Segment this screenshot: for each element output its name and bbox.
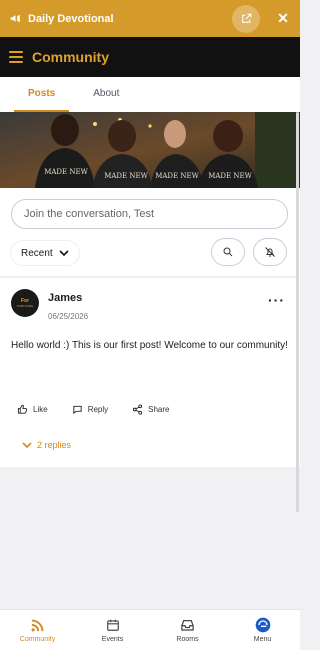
nav-community[interactable]: Community [0,610,75,650]
nav-events-label: Events [101,636,124,643]
replies-toggle[interactable]: 2 replies [22,440,71,450]
megaphone-icon [8,12,22,26]
join-conversation-input[interactable]: Join the conversation, Test [11,199,288,229]
replies-label: 2 replies [37,440,72,450]
svg-text:MADE NEW: MADE NEW [104,172,148,180]
notifications-toggle-button[interactable] [253,238,287,266]
share-icon [133,404,143,415]
sort-label: Recent [21,247,53,259]
share-button[interactable]: Share [132,404,170,415]
community-hero-image: MADE NEW MADE NEW MADE NEW MADE NEW [0,112,300,188]
nav-events[interactable]: Events [75,610,150,650]
open-external-button[interactable] [232,4,260,33]
nav-menu[interactable]: Menu [225,610,300,650]
tab-posts[interactable]: Posts [14,77,70,112]
post-actions: Like Reply Share [17,404,194,415]
chevron-down-icon [59,249,69,256]
page-title: Community [32,49,109,65]
svg-text:MADE NEW: MADE NEW [44,168,88,176]
svg-text:MADE NEW: MADE NEW [155,172,199,180]
like-label: Like [33,405,48,414]
search-icon [223,247,233,257]
bell-off-icon [265,247,275,257]
comment-icon [73,405,82,415]
share-label: Share [148,405,170,414]
hamburger-menu-icon[interactable] [9,51,23,63]
external-link-icon [241,13,251,23]
post-body: Hello world :) This is our first post! W… [11,340,288,351]
scrollbar[interactable] [296,112,299,512]
nav-community-label: Community [19,636,56,643]
app-logo-icon [255,617,271,633]
tab-bar: Posts About [0,77,300,112]
search-button[interactable] [211,238,245,266]
bottom-navigation: Community Events Rooms Menu [0,609,300,650]
calendar-icon [106,617,120,633]
nav-menu-label: Menu [253,636,272,643]
avatar-text-mid: FORTUVEN [16,304,34,308]
like-button[interactable]: Like [17,404,48,415]
reply-button[interactable]: Reply [72,404,108,415]
post-more-menu-icon[interactable]: ··· [268,292,285,308]
rss-icon [30,617,45,633]
nav-rooms[interactable]: Rooms [150,610,225,650]
svg-text:MADE NEW: MADE NEW [208,172,252,180]
reply-label: Reply [87,405,109,414]
composer-section: Join the conversation, Test Recent [0,188,300,276]
post-author[interactable]: James [48,292,82,304]
banner-title: Daily Devotional [28,12,114,25]
close-button[interactable]: ✕ [274,10,292,27]
top-banner: Daily Devotional ✕ [0,0,300,37]
post-card: For FORTUVEN James 06/25/2026 ··· Hello … [0,277,300,467]
tab-about[interactable]: About [79,77,133,112]
nav-rooms-label: Rooms [176,636,199,643]
thumbs-up-icon [17,404,28,414]
post-date: 06/25/2026 [48,312,89,321]
chevron-down-icon [22,441,32,448]
sort-dropdown[interactable]: Recent [11,241,79,265]
inbox-icon [180,617,195,633]
app-bar: Community [0,37,300,77]
avatar[interactable]: For FORTUVEN [11,289,39,317]
